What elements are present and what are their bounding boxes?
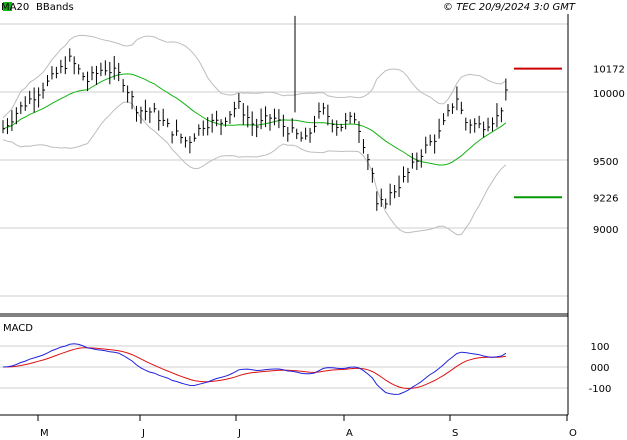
x-tick-label: A (346, 428, 353, 439)
x-tick-label: J (141, 428, 145, 439)
copyright-text: © TEC 20/9/2024 3:0 GMT (443, 2, 576, 13)
chart-legend: MA20 BBands (1, 2, 74, 13)
x-tick-label: J (237, 428, 241, 439)
x-tick-label: M (40, 428, 49, 439)
macd-tick-label: 000 (590, 363, 609, 374)
chart-background (0, 0, 627, 440)
ma20-legend-label: MA20 (1, 2, 29, 13)
bbands-legend-label: BBands (36, 2, 74, 13)
resistance-label: 10172 (593, 65, 625, 76)
macd-tick-label: -100 (589, 384, 612, 395)
chart-canvas: 10172 9226 9000 9500 10000 MA20 BBands © TE… (0, 0, 627, 440)
x-tick-label: O (569, 428, 577, 439)
support-label: 9226 (593, 193, 618, 204)
price-tick-label: 9000 (593, 225, 618, 236)
x-tick-label: S (452, 428, 458, 439)
macd-panel-title: MACD (3, 323, 33, 334)
price-tick-label: 9500 (593, 157, 618, 168)
price-tick-label: 10000 (593, 89, 625, 100)
macd-tick-label: 100 (590, 342, 609, 353)
